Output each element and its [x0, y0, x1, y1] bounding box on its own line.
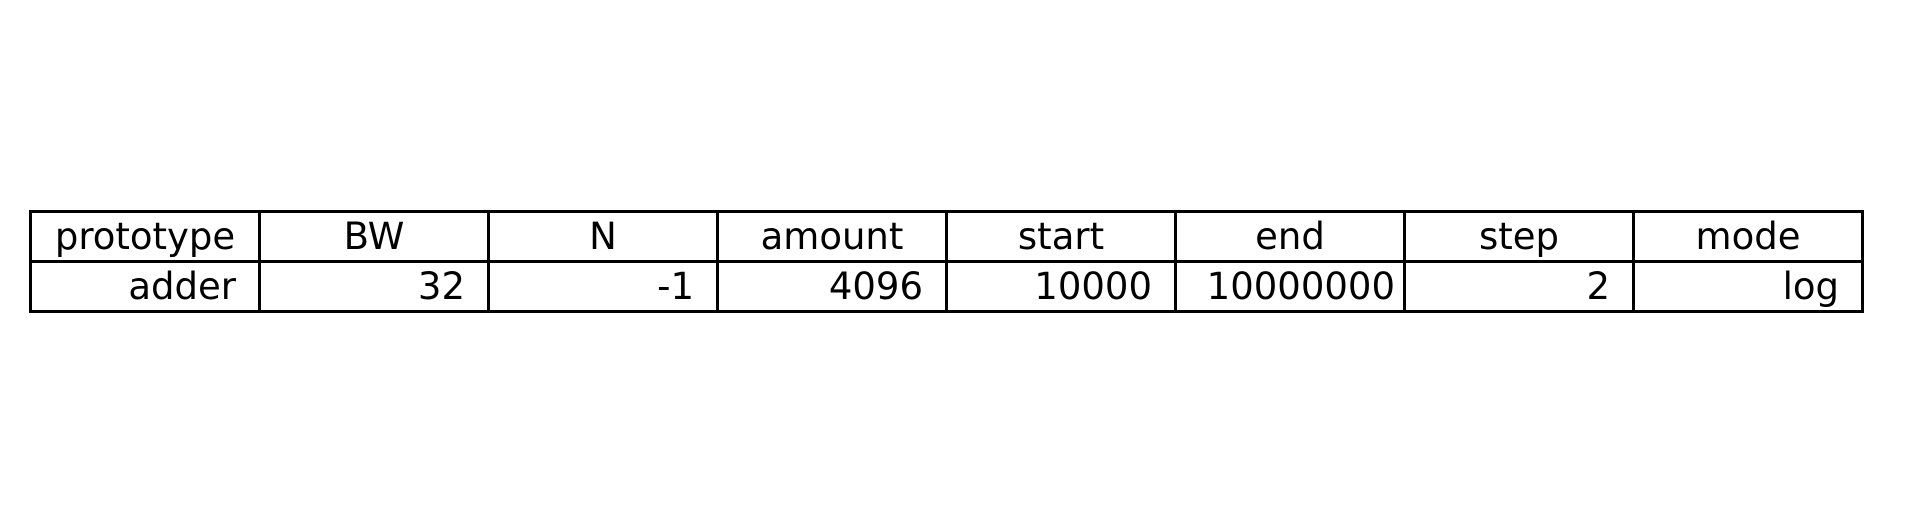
header-cell-step: step: [1403, 210, 1635, 263]
cell-amount: 4096: [716, 260, 948, 313]
header-cell-bw: BW: [258, 210, 490, 263]
header-cell-n: N: [487, 210, 719, 263]
cell-n: -1: [487, 260, 719, 313]
table-header-row: prototype BW N amount start end step mod…: [29, 210, 1864, 263]
cell-step: 2: [1403, 260, 1635, 313]
cell-end: 10000000: [1174, 260, 1406, 313]
cell-bw: 32: [258, 260, 490, 313]
header-cell-prototype: prototype: [29, 210, 261, 263]
cell-start: 10000: [945, 260, 1177, 313]
header-cell-mode: mode: [1632, 210, 1864, 263]
parameter-table-container: prototype BW N amount start end step mod…: [29, 210, 1864, 313]
table-row: adder 32 -1 4096 10000 10000000 2 log: [29, 260, 1864, 313]
header-cell-end: end: [1174, 210, 1406, 263]
header-cell-amount: amount: [716, 210, 948, 263]
header-cell-start: start: [945, 210, 1177, 263]
parameter-table: prototype BW N amount start end step mod…: [29, 210, 1864, 313]
cell-mode: log: [1632, 260, 1864, 313]
cell-prototype: adder: [29, 260, 261, 313]
